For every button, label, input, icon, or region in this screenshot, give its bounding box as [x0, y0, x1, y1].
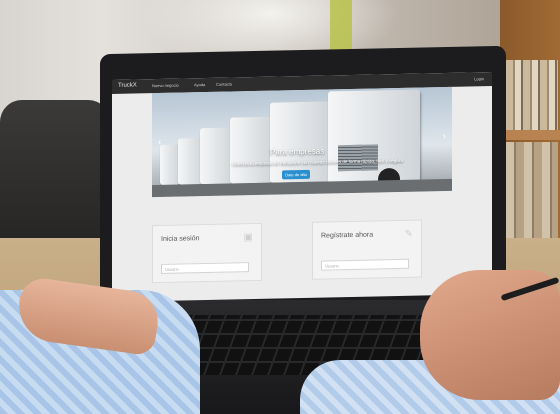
login-link[interactable]: Login [474, 76, 484, 81]
truck-image [230, 116, 274, 184]
office-chair [0, 100, 110, 260]
hero-banner: ‹ › Para empresas Conecta tu empresa de … [152, 86, 452, 198]
hero-next-icon[interactable]: › [443, 131, 446, 142]
register-panel: Regístrate ahora ✎ Usuario [312, 219, 422, 280]
books-bottom-shelf [506, 142, 558, 252]
login-panel-title: Inicia sesión [161, 235, 200, 243]
register-panel-title: Regístrate ahora [321, 231, 374, 240]
register-username-input[interactable]: Usuario [321, 258, 409, 271]
signup-button[interactable]: Date de alta [282, 169, 310, 180]
background-green-object [330, 0, 352, 50]
nav-link-ayuda[interactable]: Ayuda [194, 82, 205, 87]
books-top-shelf [506, 60, 558, 130]
hero-prev-icon[interactable]: ‹ [158, 137, 161, 148]
laptop-screen: TruckX Nuevo negocio Ayuda Contacto Logi… [112, 72, 492, 302]
nav-link-nuevo-negocio[interactable]: Nuevo negocio [152, 83, 179, 89]
hero-title: Para empresas [270, 146, 325, 157]
right-hand [420, 270, 560, 400]
nav-link-contacto[interactable]: Contacto [216, 81, 232, 86]
login-panel: Inicia sesión ▣ Usuario [152, 222, 262, 284]
login-username-input[interactable]: Usuario [161, 262, 249, 274]
truck-image [160, 144, 180, 185]
site-logo[interactable]: TruckX [118, 82, 137, 88]
lock-icon: ▣ [243, 232, 253, 244]
pencil-icon: ✎ [404, 228, 413, 240]
shelf-board [505, 130, 560, 140]
truck-image [200, 127, 234, 185]
